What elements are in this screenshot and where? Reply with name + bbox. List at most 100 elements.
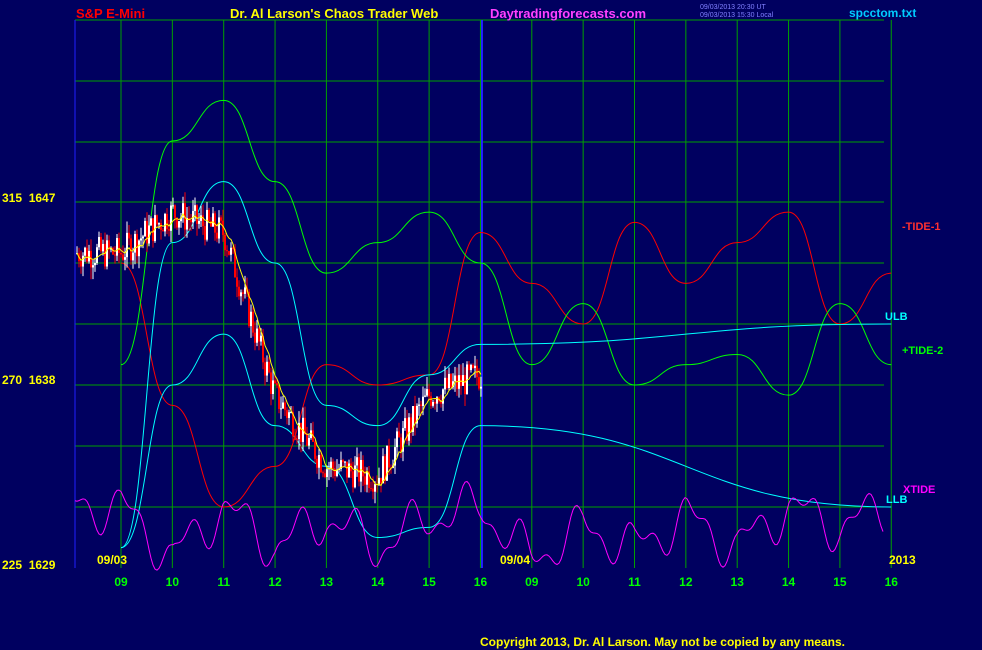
price-body: [430, 396, 432, 406]
price-body: [280, 408, 282, 410]
price-body: [332, 461, 334, 469]
y-label-price: 1629: [28, 558, 56, 572]
y-label-bottom: 225 1629: [2, 558, 55, 572]
price-body: [468, 364, 470, 371]
price-body: [388, 445, 390, 468]
price-body: [428, 389, 430, 397]
date-label-day2: 09/04: [500, 553, 531, 567]
y-label-mid: 270 1638: [2, 373, 55, 387]
price-body: [134, 234, 136, 253]
price-body: [472, 364, 474, 369]
price-body: [80, 261, 82, 267]
series-xtide: [74, 480, 884, 571]
file-name: spcctom.txt: [849, 6, 917, 20]
site-name: Daytradingforecasts.com: [490, 6, 647, 21]
date-label-day1: 09/03: [97, 553, 128, 567]
price-body: [128, 232, 130, 239]
x-tick-label: 09: [114, 575, 128, 589]
price-body: [194, 205, 196, 211]
x-tick-label: 12: [679, 575, 693, 589]
copyright-notice: Copyright 2013, Dr. Al Larson. May not b…: [480, 635, 845, 649]
price-body: [320, 455, 322, 473]
price-body: [166, 213, 168, 230]
price-body: [294, 436, 296, 439]
price-body: [374, 484, 376, 492]
price-body: [362, 459, 364, 477]
price-body: [474, 365, 476, 369]
series-ulb: [120, 181, 892, 549]
price-body: [178, 221, 180, 228]
price-body: [354, 465, 356, 488]
price-body: [224, 234, 226, 251]
price-body: [162, 229, 164, 232]
price-body: [244, 287, 246, 294]
tide1-label: -TIDE-1: [902, 221, 941, 233]
price-body: [200, 215, 202, 221]
price-body: [282, 402, 284, 409]
x-tick-label: 16: [474, 575, 488, 589]
x-tick-label: 16: [885, 575, 899, 589]
price-body: [460, 375, 462, 386]
price-body: [92, 265, 94, 268]
x-tick-label: 15: [422, 575, 436, 589]
timestamp-local: 09/03/2013 15:30 Local: [700, 12, 774, 19]
llb-label: LLB: [886, 494, 908, 506]
price-body: [442, 389, 444, 404]
price-body: [84, 247, 86, 256]
price-body: [156, 215, 158, 225]
price-body: [356, 457, 358, 466]
y-label-top: 315 1647: [2, 191, 55, 205]
price-body: [408, 417, 410, 441]
price-body: [380, 477, 382, 484]
x-tick-label: 11: [217, 575, 230, 589]
price-body: [264, 362, 266, 376]
price-body: [418, 404, 420, 406]
series-llb: [120, 333, 892, 549]
x-tick-label: 13: [731, 575, 745, 589]
price-body: [272, 380, 274, 394]
price-body: [220, 217, 222, 221]
price-body: [334, 468, 336, 476]
price-body: [422, 396, 424, 406]
price-body: [228, 251, 230, 255]
price-body: [382, 456, 384, 484]
price-body: [158, 223, 160, 225]
price-body: [216, 232, 218, 239]
x-tick-label: 13: [320, 575, 334, 589]
price-body: [446, 377, 448, 389]
price-body: [306, 434, 308, 446]
price-body: [448, 373, 450, 389]
price-body: [268, 361, 270, 373]
price-body: [136, 234, 138, 257]
price-body: [288, 412, 290, 418]
price-body: [478, 377, 480, 389]
symbol-title: S&P E-Mini: [76, 6, 146, 21]
price-body: [308, 437, 310, 446]
price-body: [420, 404, 422, 406]
price-body: [196, 205, 198, 224]
price-body: [132, 252, 134, 261]
x-tick-label: 11: [628, 575, 641, 589]
price-body: [202, 215, 204, 227]
price-body: [240, 292, 242, 297]
price-body: [274, 380, 276, 384]
price-body: [164, 213, 166, 232]
price-body: [434, 401, 436, 404]
y-label-degree: 315: [2, 191, 23, 205]
price-body: [174, 205, 176, 218]
price-body: [210, 220, 212, 227]
price-body: [322, 472, 324, 474]
price-body: [82, 255, 84, 267]
price-body: [104, 243, 106, 267]
price-body: [326, 469, 328, 477]
price-body: [238, 286, 240, 297]
price-body: [120, 252, 122, 255]
price-body: [318, 455, 320, 468]
chart-window: { "header": { "symbol": "S&P E-Mini", "t…: [0, 0, 982, 650]
price-body: [190, 220, 192, 223]
price-body: [206, 209, 208, 240]
price-body: [424, 395, 426, 397]
price-body: [118, 238, 120, 253]
price-body: [86, 247, 88, 262]
price-body: [454, 375, 456, 382]
